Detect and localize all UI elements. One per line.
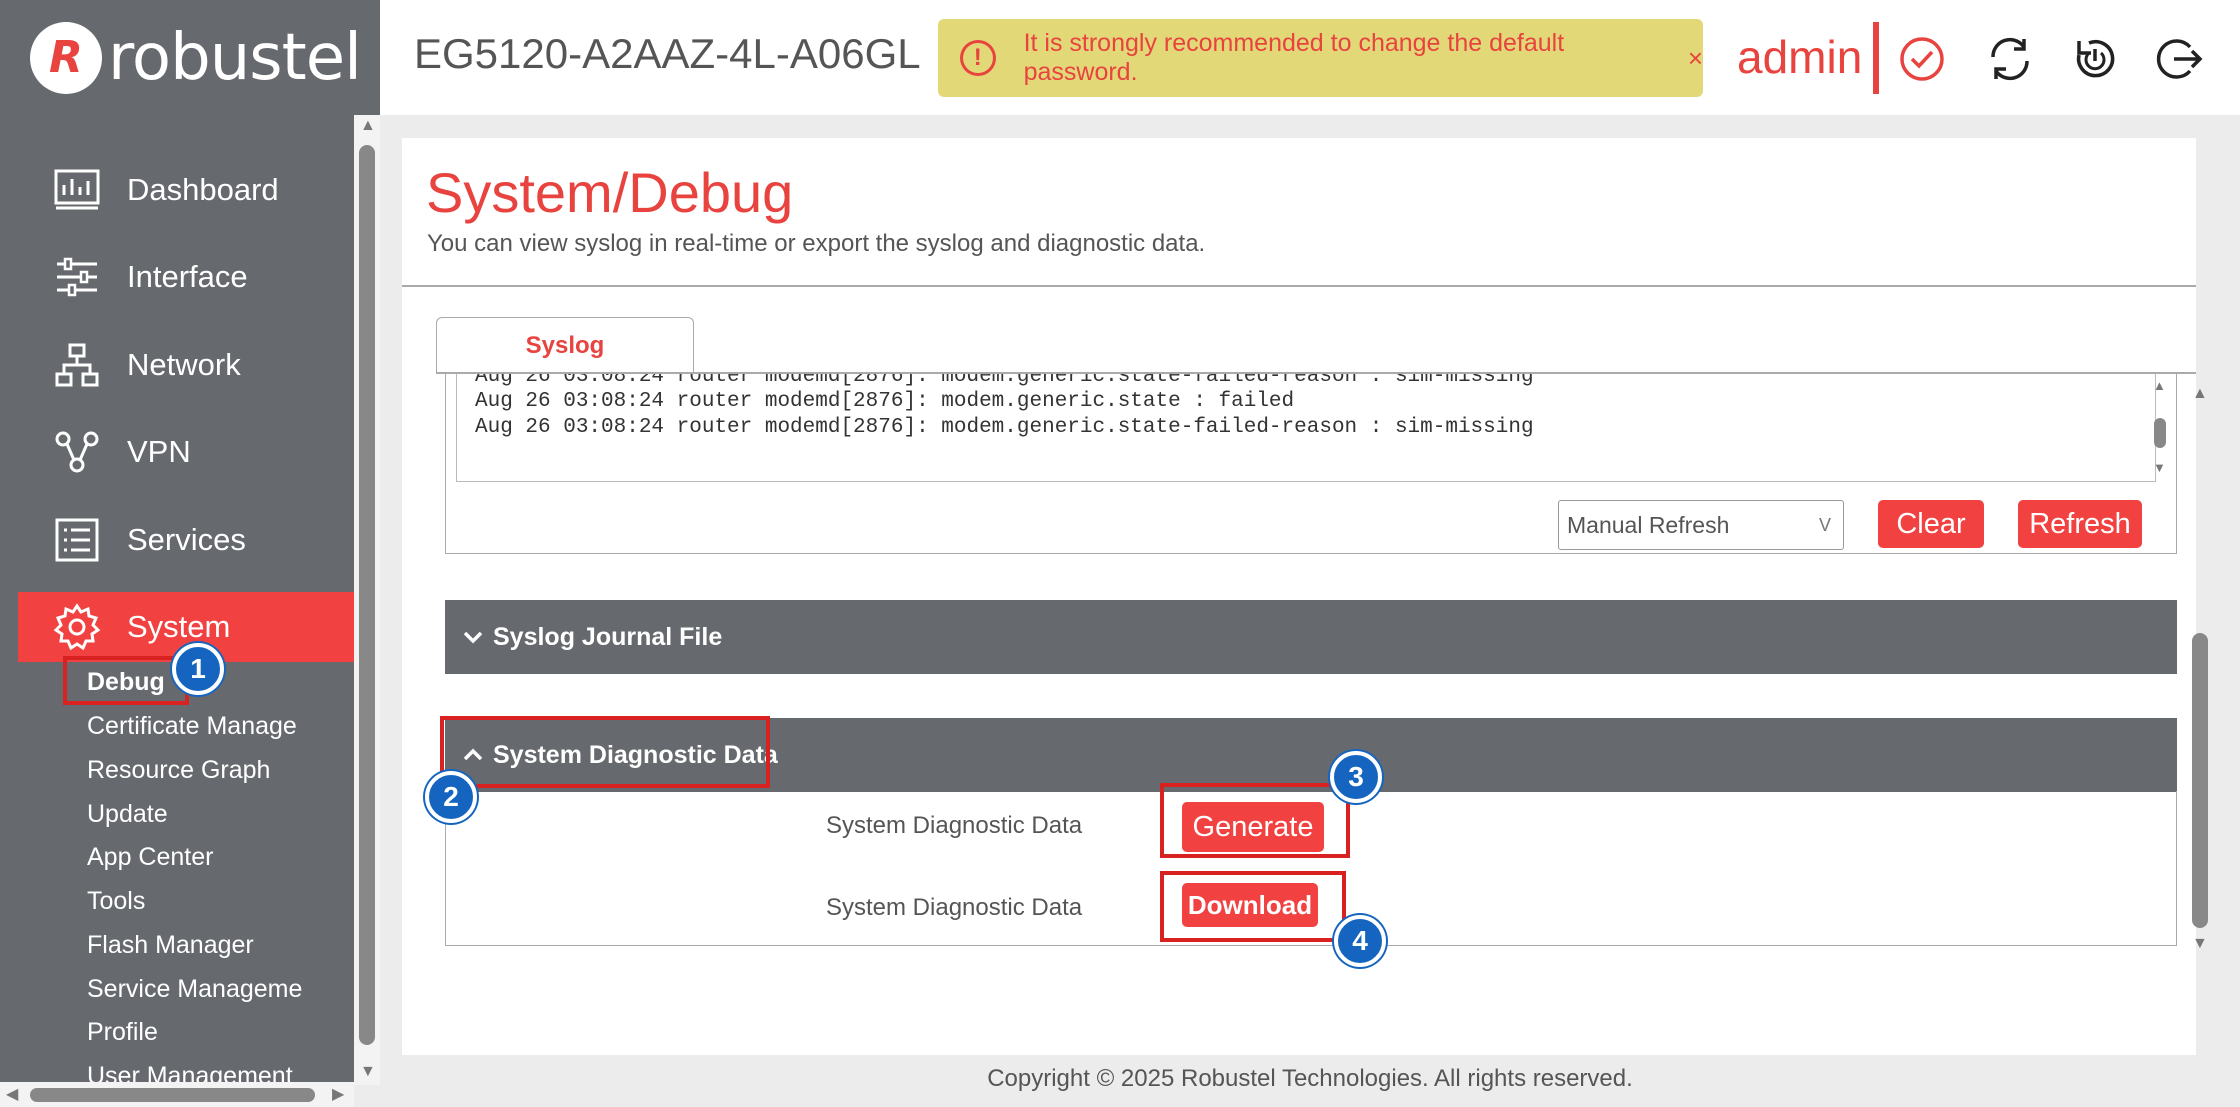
highlight-box (1160, 783, 1350, 858)
sidebar-item-interface[interactable]: Interface (18, 242, 354, 312)
reboot-icon[interactable] (2069, 33, 2121, 85)
header-divider (1873, 22, 1879, 94)
alert-icon: ! (960, 40, 996, 76)
scroll-up-icon[interactable]: ▲ (2153, 378, 2166, 393)
sync-icon[interactable] (1984, 33, 2036, 85)
main-vertical-scrollbar[interactable]: ▲ ▼ (2188, 385, 2212, 955)
page-description: You can view syslog in real-time or expo… (427, 230, 1206, 257)
syslog-journal-section-header[interactable]: Syslog Journal File (445, 600, 2177, 674)
sidebar-subitem-tools[interactable]: Tools (87, 887, 145, 916)
user-name[interactable]: admin (1737, 30, 1862, 84)
password-warning-banner: ! It is strongly recommended to change t… (938, 19, 1703, 97)
warning-text: It is strongly recommended to change the… (1023, 29, 1565, 86)
step-badge: 2 (425, 771, 477, 823)
sliders-icon (51, 251, 103, 303)
list-icon (51, 514, 103, 566)
sidebar-item-label: System (127, 609, 231, 644)
logo: R robustel (0, 0, 380, 115)
sidebar-item-label: Interface (127, 259, 248, 294)
sidebar-item-label: VPN (127, 434, 191, 469)
step-badge: 4 (1334, 915, 1386, 967)
syslog-scrollbar[interactable]: ▲ ▼ (2151, 374, 2169, 482)
log-line: Aug 26 03:08:24 router modemd[2876]: mod… (475, 416, 1534, 439)
highlight-box (63, 656, 189, 705)
divider (402, 285, 2196, 287)
clear-button[interactable]: Clear (1878, 500, 1984, 548)
warning-close-icon[interactable]: × (1688, 43, 1703, 74)
sidebar-item-vpn[interactable]: VPN (18, 417, 354, 487)
scroll-up-icon[interactable]: ▲ (360, 117, 376, 135)
tab-syslog[interactable]: Syslog (436, 317, 694, 373)
syslog-scroll-thumb[interactable] (2154, 418, 2166, 448)
log-line: Aug 26 03:08:24 router modemd[2876]: mod… (475, 390, 1295, 413)
scroll-up-icon[interactable]: ▲ (2192, 385, 2208, 403)
sidebar-item-dashboard[interactable]: Dashboard (18, 155, 354, 225)
sidebar-item-label: Network (127, 347, 241, 382)
refresh-button[interactable]: Refresh (2018, 500, 2142, 548)
chevron-down-icon (463, 624, 483, 650)
sidebar-scroll-thumb[interactable] (359, 145, 375, 1045)
refresh-mode-value: Manual Refresh (1567, 511, 1730, 538)
diag-row-label: System Diagnostic Data (826, 812, 1083, 839)
device-name: EG5120-A2AAZ-4L-A06GL (414, 30, 921, 77)
highlight-box (1160, 871, 1346, 942)
sidebar-item-services[interactable]: Services (18, 505, 354, 575)
chevron-down-icon: V (1818, 514, 1831, 535)
logo-text: robustel (108, 20, 362, 95)
network-icon (51, 339, 103, 391)
sidebar-subitem-flash-manager[interactable]: Flash Manager (87, 931, 254, 960)
main-scroll-thumb[interactable] (2192, 633, 2208, 928)
top-header: R robustel EG5120-A2AAZ-4L-A06GL ! It is… (0, 0, 2240, 115)
sidebar-subitem-profile[interactable]: Profile (87, 1018, 158, 1047)
page-title: System/Debug (426, 161, 794, 224)
sidebar-item-network[interactable]: Network (18, 330, 354, 400)
section-title: Syslog Journal File (493, 622, 723, 651)
log-line: Aug 26 03:08:24 router modemd[2876]: mod… (475, 374, 1534, 388)
sidebar-subitem-certificate[interactable]: Certificate Manage (87, 712, 297, 741)
logout-icon[interactable] (2154, 33, 2206, 85)
scroll-down-icon[interactable]: ▼ (2192, 935, 2208, 953)
scroll-down-icon[interactable]: ▼ (2153, 460, 2166, 475)
step-badge: 1 (172, 643, 224, 695)
step-badge: 3 (1330, 751, 1382, 803)
sidebar: Dashboard Interface Network VPN Services… (0, 115, 354, 1107)
footer-copyright: Copyright © 2025 Robustel Technologies. … (987, 1065, 1633, 1092)
robustel-logo-icon: R (30, 21, 102, 94)
check-circle-icon[interactable] (1896, 33, 1948, 85)
vpn-icon (51, 426, 103, 478)
gear-icon (51, 601, 103, 653)
sidebar-vertical-scrollbar[interactable]: ▲ ▼ (354, 115, 380, 1085)
diag-row-label: System Diagnostic Data (826, 894, 1083, 921)
sidebar-item-label: Dashboard (127, 172, 279, 207)
sidebar-subitem-update[interactable]: Update (87, 800, 168, 829)
sidebar-subitem-resource-graph[interactable]: Resource Graph (87, 756, 270, 785)
syslog-output[interactable]: Aug 26 03:08:24 router modemd[2876]: mod… (456, 374, 2156, 482)
refresh-mode-select[interactable]: Manual Refresh V (1558, 500, 1844, 550)
sidebar-item-label: Services (127, 522, 246, 557)
sidebar-subitem-app-center[interactable]: App Center (87, 843, 213, 872)
highlight-box (440, 716, 770, 788)
dashboard-icon (51, 164, 103, 216)
sidebar-subitem-service-management[interactable]: Service Manageme (87, 975, 302, 1004)
